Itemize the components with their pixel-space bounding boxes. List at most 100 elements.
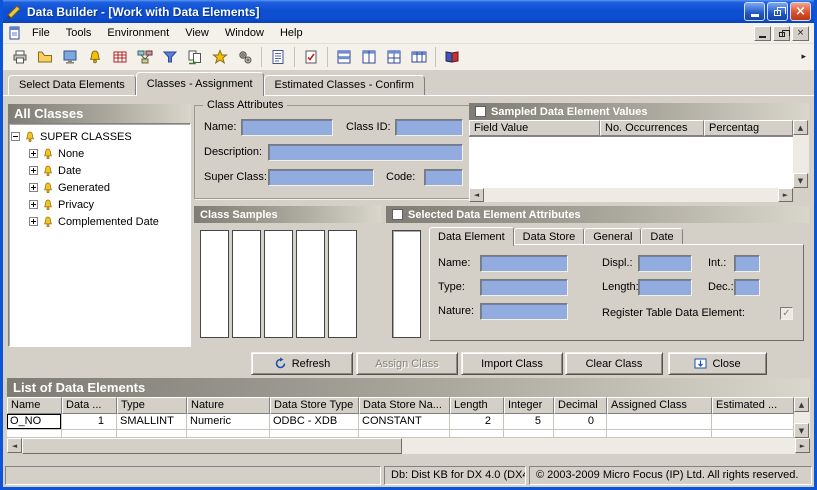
collapse-icon[interactable] xyxy=(11,132,20,141)
sampled-values-hscrollbar[interactable]: ◄ ► xyxy=(469,188,793,202)
cell-integer[interactable]: 5 xyxy=(504,414,554,430)
cell-estimated[interactable] xyxy=(712,414,794,430)
class-id-field[interactable] xyxy=(395,119,463,136)
sample-column[interactable] xyxy=(264,230,293,338)
column-header-decimal[interactable]: Decimal xyxy=(554,397,607,414)
scroll-left-icon[interactable]: ◄ xyxy=(7,438,22,453)
tab-select-data-elements[interactable]: Select Data Elements xyxy=(8,75,136,95)
open-folder-button[interactable] xyxy=(33,45,57,69)
close-panel-button[interactable]: Close xyxy=(668,352,767,375)
menu-view[interactable]: View xyxy=(177,24,217,43)
scrollbar-track[interactable] xyxy=(484,188,778,202)
sampled-values-checkbox[interactable] xyxy=(475,106,486,117)
tab-estimated-classes-confirm[interactable]: Estimated Classes - Confirm xyxy=(264,75,425,95)
cell[interactable] xyxy=(270,430,359,438)
cell[interactable] xyxy=(607,430,712,438)
sample-column[interactable] xyxy=(232,230,261,338)
tab-general[interactable]: General xyxy=(584,228,641,245)
cell-nature[interactable]: Numeric xyxy=(187,414,270,430)
class-name-field[interactable] xyxy=(241,119,333,136)
menu-environment[interactable]: Environment xyxy=(99,24,177,43)
column-header-type[interactable]: Type xyxy=(117,397,187,414)
table-vscrollbar[interactable]: ▲ ▼ xyxy=(794,397,810,438)
wizard-button[interactable] xyxy=(208,45,232,69)
filter-button[interactable] xyxy=(158,45,182,69)
tab-data-element[interactable]: Data Element xyxy=(429,227,514,246)
cell-data-store-type[interactable]: ODBC - XDB xyxy=(270,414,359,430)
cell[interactable] xyxy=(450,430,504,438)
table-row-partial[interactable] xyxy=(7,430,794,438)
copy-elements-button[interactable] xyxy=(183,45,207,69)
scrollbar-track[interactable] xyxy=(794,412,810,423)
tab-date[interactable]: Date xyxy=(641,228,682,245)
menu-help[interactable]: Help xyxy=(272,24,311,43)
table-hscrollbar[interactable]: ◄ ► xyxy=(7,438,810,454)
menu-tools[interactable]: Tools xyxy=(58,24,100,43)
column-header-nature[interactable]: Nature xyxy=(187,397,270,414)
attr-dec-field[interactable] xyxy=(734,279,760,296)
register-table-checkbox[interactable]: ✓ xyxy=(780,307,793,320)
scrollbar-track[interactable] xyxy=(793,135,809,173)
column-header-integer[interactable]: Integer xyxy=(504,397,554,414)
column-header-data-store-type[interactable]: Data Store Type xyxy=(270,397,359,414)
attr-length-field[interactable] xyxy=(638,279,692,296)
selected-sample-list[interactable] xyxy=(392,230,421,338)
cell[interactable] xyxy=(359,430,450,438)
cell-decimal[interactable]: 0 xyxy=(554,414,607,430)
alerts-button[interactable] xyxy=(83,45,107,69)
attr-nature-field[interactable] xyxy=(480,303,568,320)
tree-node-none[interactable]: None xyxy=(11,145,188,162)
tab-classes-assignment[interactable]: Classes - Assignment xyxy=(136,72,264,96)
scroll-left-icon[interactable]: ◄ xyxy=(469,188,484,202)
print-button[interactable] xyxy=(8,45,32,69)
code-field[interactable] xyxy=(424,169,463,186)
cell-length[interactable]: 2 xyxy=(450,414,504,430)
expand-icon[interactable] xyxy=(29,200,38,209)
cell-name[interactable]: O_NO xyxy=(7,414,62,430)
column-header-data-number[interactable]: Data ... xyxy=(62,397,117,414)
cell-data-number[interactable]: 1 xyxy=(62,414,117,430)
scrollbar-thumb[interactable] xyxy=(22,438,402,454)
assign-class-button[interactable]: Assign Class xyxy=(356,352,458,375)
attr-int-field[interactable] xyxy=(734,255,760,272)
cell[interactable] xyxy=(62,430,117,438)
menu-window[interactable]: Window xyxy=(217,24,272,43)
description-field[interactable] xyxy=(268,144,463,161)
sample-column[interactable] xyxy=(328,230,357,338)
column-header-name[interactable]: Name xyxy=(7,397,62,414)
cell-type[interactable]: SMALLINT xyxy=(117,414,187,430)
tree-node-privacy[interactable]: Privacy xyxy=(11,196,188,213)
selected-attributes-checkbox[interactable] xyxy=(392,209,403,220)
mdi-minimize-button[interactable] xyxy=(754,26,771,41)
column-header-percentage[interactable]: Percentag xyxy=(704,120,793,136)
toolbar-overflow-icon[interactable]: ▸ xyxy=(801,52,809,62)
expand-icon[interactable] xyxy=(29,149,38,158)
mdi-close-button[interactable]: × xyxy=(792,26,809,41)
cell[interactable] xyxy=(504,430,554,438)
clear-class-button[interactable]: Clear Class xyxy=(565,352,663,375)
tree-node-super-classes[interactable]: SUPER CLASSES xyxy=(11,128,188,145)
cascade-windows-button[interactable] xyxy=(382,45,406,69)
help-button[interactable] xyxy=(440,45,464,69)
sampled-values-list[interactable] xyxy=(469,136,793,188)
column-header-estimated[interactable]: Estimated ... xyxy=(712,397,794,414)
menu-file[interactable]: File xyxy=(24,24,58,43)
scroll-up-icon[interactable]: ▲ xyxy=(793,120,808,135)
sample-column[interactable] xyxy=(296,230,325,338)
scroll-right-icon[interactable]: ► xyxy=(778,188,793,202)
expand-icon[interactable] xyxy=(29,166,38,175)
cell[interactable] xyxy=(117,430,187,438)
minimize-button[interactable] xyxy=(744,2,765,21)
cell[interactable] xyxy=(187,430,270,438)
cell[interactable] xyxy=(554,430,607,438)
tab-data-store[interactable]: Data Store xyxy=(514,228,585,245)
cell[interactable] xyxy=(7,430,62,438)
attr-name-field[interactable] xyxy=(480,255,568,272)
scroll-down-icon[interactable]: ▼ xyxy=(794,423,809,438)
cell-assigned-class[interactable] xyxy=(607,414,712,430)
scroll-up-icon[interactable]: ▲ xyxy=(794,397,809,412)
tree-node-date[interactable]: Date xyxy=(11,162,188,179)
column-header-no-occurrences[interactable]: No. Occurrences xyxy=(600,120,704,136)
close-button[interactable]: × xyxy=(790,2,811,21)
expand-icon[interactable] xyxy=(29,217,38,226)
